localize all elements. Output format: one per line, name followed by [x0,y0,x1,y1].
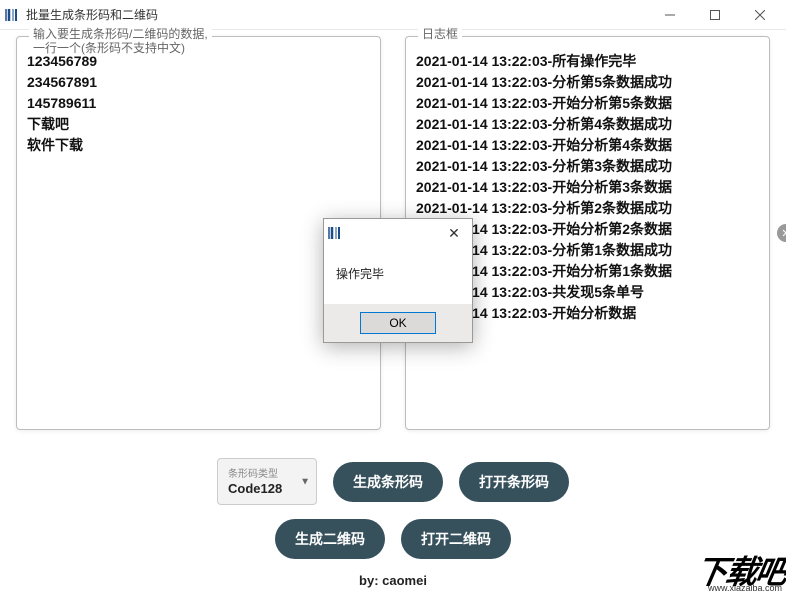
log-line: 2021-01-14 13:22:03-开始分析第5条数据 [416,93,759,114]
maximize-button[interactable] [692,1,737,29]
window-controls [647,1,782,29]
select-label: 条形码类型 [228,465,292,480]
minimize-button[interactable] [647,1,692,29]
open-barcode-button[interactable]: 打开条形码 [459,462,569,502]
log-line: 2021-01-14 13:22:03-分析第5条数据成功 [416,72,759,93]
close-button[interactable] [737,1,782,29]
message-dialog: ✕ 操作完毕 OK [323,218,473,343]
chevron-down-icon: ▼ [300,476,310,487]
dialog-icon [328,225,344,241]
dialog-message: 操作完毕 [324,247,472,304]
ok-button[interactable]: OK [360,312,435,334]
input-line: 234567891 [27,72,370,93]
app-icon [4,7,20,23]
log-line: 2021-01-14 13:22:03-开始分析第3条数据 [416,177,759,198]
titlebar: 批量生成条形码和二维码 [0,0,786,30]
footer-credit: by: caomei [0,573,786,588]
clear-log-icon[interactable]: ✕ [777,224,786,242]
generate-qr-button[interactable]: 生成二维码 [275,519,385,559]
open-qr-button[interactable]: 打开二维码 [401,519,511,559]
input-line: 下载吧 [27,114,370,135]
log-line: 2021-01-14 13:22:03-分析第4条数据成功 [416,114,759,135]
input-textarea[interactable]: 123456789234567891145789611下载吧软件下载 [27,51,370,156]
log-panel-label: 日志框 [418,27,462,41]
barcode-type-select[interactable]: 条形码类型 Code128 ▼ [217,458,317,505]
input-line: 145789611 [27,93,370,114]
log-line: 2021-01-14 13:22:03-分析第2条数据成功 [416,198,759,219]
input-panel-label: 输入要生成条形码/二维码的数据, 一行一个(条形码不支持中文) [29,27,212,56]
select-value: Code128 [228,481,282,496]
input-line: 软件下载 [27,135,370,156]
generate-barcode-button[interactable]: 生成条形码 [333,462,443,502]
log-line: 2021-01-14 13:22:03-分析第3条数据成功 [416,156,759,177]
dialog-close-button[interactable]: ✕ [440,221,468,245]
log-line: 2021-01-14 13:22:03-所有操作完毕 [416,51,759,72]
log-line: 2021-01-14 13:22:03-开始分析第4条数据 [416,135,759,156]
window-title: 批量生成条形码和二维码 [26,6,647,23]
